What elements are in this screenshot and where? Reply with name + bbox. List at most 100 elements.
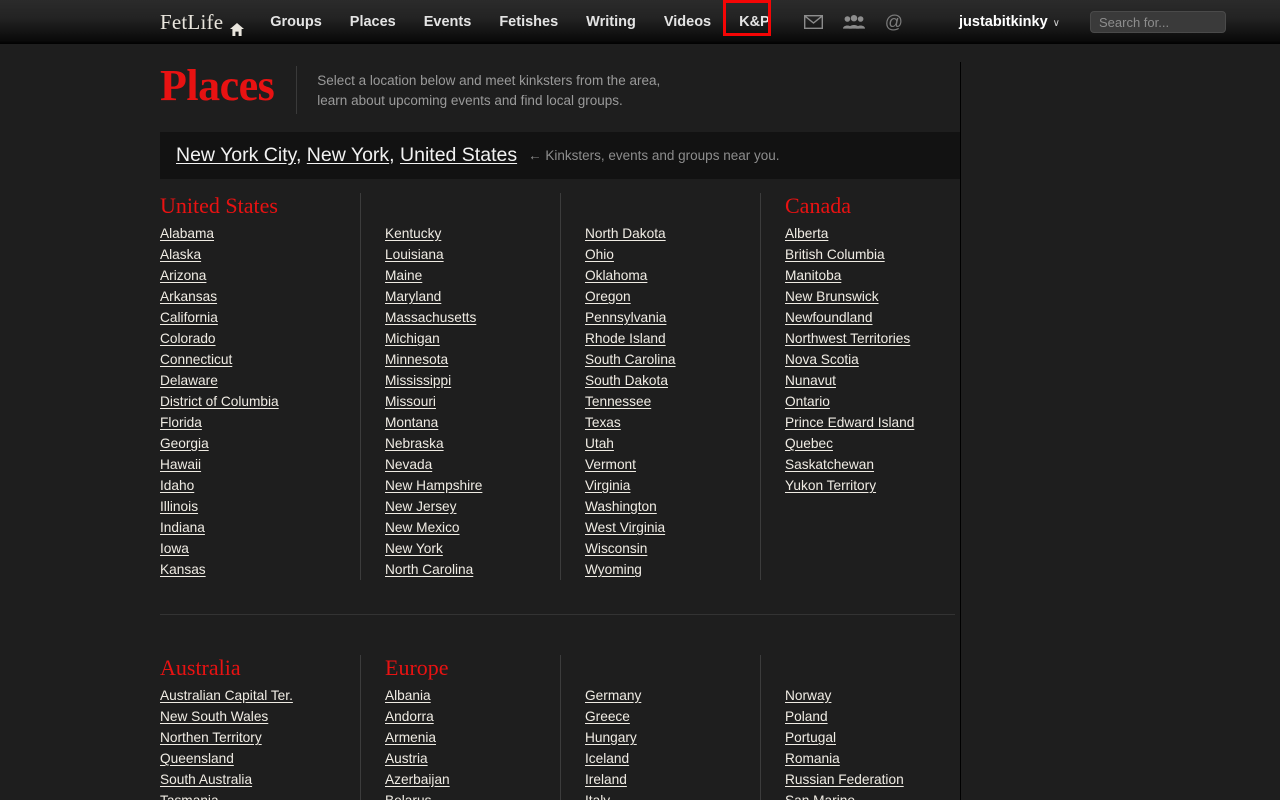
place-link[interactable]: Northen Territory	[160, 730, 262, 745]
place-link[interactable]: Michigan	[385, 331, 440, 346]
place-link[interactable]: Wyoming	[585, 562, 642, 577]
search-input[interactable]	[1089, 11, 1226, 33]
place-link[interactable]: Alabama	[160, 226, 214, 241]
place-link[interactable]: Minnesota	[385, 352, 448, 367]
place-link[interactable]: Virginia	[585, 478, 630, 493]
place-link[interactable]: Idaho	[160, 478, 194, 493]
nearby-country-link[interactable]: United States	[400, 144, 517, 166]
place-link[interactable]: Hungary	[585, 730, 637, 745]
nav-link-groups[interactable]: Groups	[270, 14, 322, 30]
place-link[interactable]: New Hampshire	[385, 478, 482, 493]
place-link[interactable]: Vermont	[585, 457, 636, 472]
mail-icon[interactable]	[803, 15, 823, 29]
place-link[interactable]: Andorra	[385, 709, 434, 724]
place-link[interactable]: Louisiana	[385, 247, 444, 262]
place-link[interactable]: Newfoundland	[785, 310, 873, 325]
nav-link-places[interactable]: Places	[350, 14, 396, 30]
place-link[interactable]: Nevada	[385, 457, 432, 472]
place-link[interactable]: Arizona	[160, 268, 206, 283]
place-link[interactable]: Alberta	[785, 226, 828, 241]
place-link[interactable]: Saskatchewan	[785, 457, 874, 472]
user-menu[interactable]: justabitkinky ∨	[959, 14, 1060, 30]
place-link[interactable]: Armenia	[385, 730, 436, 745]
place-link[interactable]: Massachusetts	[385, 310, 476, 325]
place-link[interactable]: Iceland	[585, 751, 629, 766]
place-link[interactable]: South Carolina	[585, 352, 676, 367]
place-link[interactable]: Quebec	[785, 436, 833, 451]
place-link[interactable]: Texas	[585, 415, 621, 430]
place-link[interactable]: Northwest Territories	[785, 331, 910, 346]
place-link[interactable]: Tennessee	[585, 394, 651, 409]
place-link[interactable]: Nova Scotia	[785, 352, 859, 367]
place-link[interactable]: Portugal	[785, 730, 836, 745]
place-link[interactable]: New South Wales	[160, 709, 268, 724]
place-link[interactable]: Missouri	[385, 394, 436, 409]
place-link[interactable]: North Dakota	[585, 226, 666, 241]
place-link[interactable]: Germany	[585, 688, 641, 703]
place-link[interactable]: South Australia	[160, 772, 252, 787]
nav-link-videos[interactable]: Videos	[664, 14, 711, 30]
place-link[interactable]: Russian Federation	[785, 772, 904, 787]
place-link[interactable]: Albania	[385, 688, 431, 703]
place-link[interactable]: Indiana	[160, 520, 205, 535]
place-link[interactable]: District of Columbia	[160, 394, 279, 409]
place-link[interactable]: Georgia	[160, 436, 209, 451]
place-link[interactable]: New Jersey	[385, 499, 457, 514]
place-link[interactable]: Wisconsin	[585, 541, 647, 556]
place-link[interactable]: New Brunswick	[785, 289, 879, 304]
place-link[interactable]: Ireland	[585, 772, 627, 787]
place-link[interactable]: Florida	[160, 415, 202, 430]
place-link[interactable]: Connecticut	[160, 352, 232, 367]
nav-link-kp[interactable]: K&P	[723, 0, 772, 36]
nearby-city-link[interactable]: New York City	[176, 144, 296, 166]
place-link[interactable]: North Carolina	[385, 562, 473, 577]
place-link[interactable]: New Mexico	[385, 520, 460, 535]
place-link[interactable]: Yukon Territory	[785, 478, 876, 493]
place-link[interactable]: Azerbaijan	[385, 772, 450, 787]
place-link[interactable]: Belarus	[385, 793, 431, 800]
place-link[interactable]: Alaska	[160, 247, 201, 262]
place-link[interactable]: Kentucky	[385, 226, 441, 241]
place-link[interactable]: Pennsylvania	[585, 310, 666, 325]
place-link[interactable]: Oregon	[585, 289, 631, 304]
place-link[interactable]: Montana	[385, 415, 438, 430]
place-link[interactable]: Maine	[385, 268, 422, 283]
place-link[interactable]: Ontario	[785, 394, 830, 409]
home-icon[interactable]	[230, 17, 245, 36]
place-link[interactable]: Nunavut	[785, 373, 836, 388]
place-link[interactable]: California	[160, 310, 218, 325]
place-link[interactable]: Prince Edward Island	[785, 415, 914, 430]
place-link[interactable]: Ohio	[585, 247, 614, 262]
place-link[interactable]: British Columbia	[785, 247, 885, 262]
place-link[interactable]: San Marino	[785, 793, 855, 800]
place-link[interactable]: Greece	[585, 709, 630, 724]
mentions-icon[interactable]: @	[885, 13, 903, 31]
place-link[interactable]: Queensland	[160, 751, 234, 766]
place-link[interactable]: Colorado	[160, 331, 216, 346]
nav-link-fetishes[interactable]: Fetishes	[499, 14, 558, 30]
place-link[interactable]: South Dakota	[585, 373, 668, 388]
nearby-state-link[interactable]: New York	[307, 144, 389, 166]
place-link[interactable]: Austria	[385, 751, 428, 766]
friends-icon[interactable]	[842, 15, 865, 29]
place-link[interactable]: Mississippi	[385, 373, 451, 388]
nav-link-events[interactable]: Events	[424, 14, 472, 30]
place-link[interactable]: Rhode Island	[585, 331, 666, 346]
place-link[interactable]: Utah	[585, 436, 614, 451]
place-link[interactable]: Australian Capital Ter.	[160, 688, 293, 703]
place-link[interactable]: Nebraska	[385, 436, 444, 451]
place-link[interactable]: Romania	[785, 751, 840, 766]
place-link[interactable]: Norway	[785, 688, 831, 703]
place-link[interactable]: Manitoba	[785, 268, 841, 283]
place-link[interactable]: Tasmania	[160, 793, 219, 800]
place-link[interactable]: Kansas	[160, 562, 206, 577]
place-link[interactable]: Italy	[585, 793, 610, 800]
place-link[interactable]: Maryland	[385, 289, 441, 304]
place-link[interactable]: West Virginia	[585, 520, 665, 535]
place-link[interactable]: New York	[385, 541, 443, 556]
place-link[interactable]: Oklahoma	[585, 268, 647, 283]
place-link[interactable]: Illinois	[160, 499, 198, 514]
place-link[interactable]: Iowa	[160, 541, 189, 556]
place-link[interactable]: Delaware	[160, 373, 218, 388]
brand-logo[interactable]: FetLife	[160, 10, 245, 36]
